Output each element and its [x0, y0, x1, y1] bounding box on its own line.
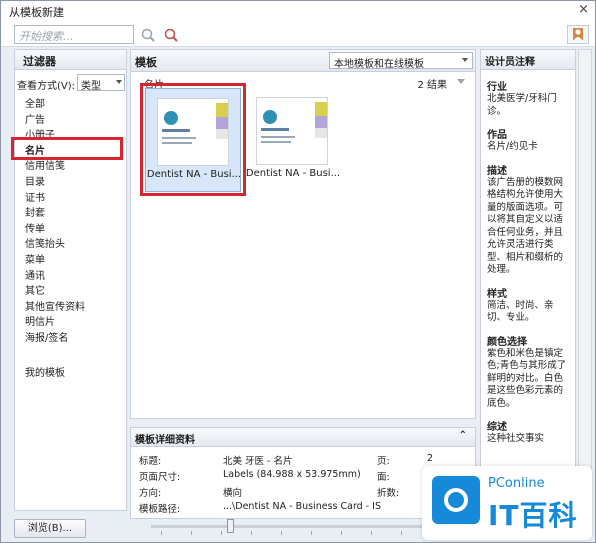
view-mode-value: 类型 [81, 81, 101, 92]
filter-header: 过滤器 [15, 50, 126, 70]
slider-tick [341, 531, 342, 535]
business-card-preview [256, 97, 328, 165]
color-text: 紫色和米色是镇定色;青色与其形成了鲜明的对比。白色是这些色彩元素的底色。 [487, 347, 567, 409]
template-header: 模板 本地模板和在线模板 [131, 50, 475, 72]
notes-content: 行业 北美医学/牙科门诊。 作品 名片/约见卡 描述 该广告册的模数网格结构允许… [481, 78, 575, 446]
summary-text: 这种社交事实 [487, 433, 545, 444]
work-heading: 作品 [487, 130, 507, 141]
category-item[interactable]: 其它 [25, 284, 85, 300]
slider-tick [251, 531, 252, 535]
pconline-watermark: PConline IT百科 [422, 466, 592, 540]
summary-heading: 综述 [487, 422, 507, 433]
detail-label: 模板路径: [139, 504, 181, 515]
category-item[interactable]: 通讯 [25, 269, 85, 285]
detail-label: 面: [377, 472, 390, 483]
designer-notes-panel: 设计员注释 行业 北美医学/牙科门诊。 作品 名片/约见卡 描述 该广告册的模数… [480, 49, 576, 469]
category-item[interactable]: 证书 [25, 191, 85, 207]
template-caption: Dentist NA - Busi... [245, 168, 341, 179]
industry-heading: 行业 [487, 82, 507, 93]
highlight-box-template [140, 83, 246, 196]
search-bar: 开始搜索... [1, 21, 595, 47]
category-item[interactable]: 明信片 [25, 315, 85, 331]
detail-value: 2 [427, 453, 434, 464]
slider-tick [401, 531, 402, 535]
template-header-label: 模板 [135, 56, 157, 69]
category-list: 全部 广告 小册子 名片 信用信笺 目录 证书 封套 传单 信笺抬头 菜单 通讯… [25, 97, 85, 347]
view-mode-row: 查看方式(V): 类型 [15, 74, 126, 92]
category-item[interactable]: 海报/签名 [25, 331, 85, 347]
search-input[interactable]: 开始搜索... [14, 25, 134, 44]
new-from-template-dialog: 从模板新建 × 开始搜索... 过滤器 查看方式(V): 类型 全部 广告 小册… [0, 0, 596, 543]
category-item[interactable]: 其他宣传资料 [25, 300, 85, 316]
description-text: 该广告册的模数网格结构允许使用大量的版面选项。可以将其自定义以适合任何业务，并且… [487, 176, 564, 276]
detail-value: ...\Dentist NA - Business Card - IS [223, 501, 382, 512]
close-icon[interactable]: × [578, 2, 589, 17]
vertical-scrollbar[interactable] [578, 49, 592, 519]
watermark-main-text: IT百科 [488, 499, 578, 532]
result-count: 2 结果 [417, 80, 447, 91]
window-title: 从模板新建 [9, 6, 64, 19]
slider-tick [281, 531, 282, 535]
slider-tick [161, 531, 162, 535]
category-item[interactable]: 信笺抬头 [25, 237, 85, 253]
industry-text: 北美医学/牙科门诊。 [487, 93, 557, 117]
detail-label: 折数: [377, 488, 400, 499]
pconline-logo-icon [432, 476, 480, 524]
user-account-button[interactable] [567, 25, 589, 44]
browse-button[interactable]: 浏览(B)... [14, 519, 86, 538]
work-text: 名片/约见卡 [487, 141, 538, 152]
template-source-value: 本地模板和在线模板 [334, 59, 424, 70]
search-options-icon[interactable] [163, 27, 179, 43]
chevron-down-icon [462, 58, 468, 62]
search-go-icon[interactable] [140, 27, 156, 43]
filter-panel: 过滤器 查看方式(V): 类型 全部 广告 小册子 名片 信用信笺 目录 证书 … [14, 49, 127, 511]
detail-value: 北美 牙医 - 名片 [223, 456, 293, 467]
details-header: 模板详细资料 ⌃ [131, 428, 475, 447]
category-item[interactable]: 封套 [25, 206, 85, 222]
details-title: 模板详细资料 [135, 435, 195, 446]
slider-tick [221, 531, 222, 535]
view-mode-select[interactable]: 类型 [77, 74, 125, 92]
slider-tick [191, 531, 192, 535]
title-bar: 从模板新建 × [1, 1, 595, 21]
chevron-down-icon [116, 80, 122, 84]
notes-header: 设计员注释 [481, 50, 575, 70]
detail-label: 方向: [139, 488, 162, 499]
slider-tick [371, 531, 372, 535]
user-icon [573, 28, 583, 40]
zoom-slider-handle[interactable] [227, 519, 234, 533]
category-item[interactable]: 广告 [25, 113, 85, 129]
template-source-select[interactable]: 本地模板和在线模板 [329, 52, 473, 70]
style-heading: 样式 [487, 288, 507, 300]
detail-label: 标题: [139, 456, 162, 467]
style-text: 简洁、时尚、亲切、专业。 [487, 299, 554, 324]
category-item[interactable]: 信用信笺 [25, 159, 85, 175]
description-heading: 描述 [487, 165, 507, 177]
category-item[interactable]: 目录 [25, 175, 85, 191]
chevron-down-icon [457, 79, 465, 84]
template-thumbnail[interactable]: Dentist NA - Busi... [245, 88, 341, 192]
color-heading: 颜色选择 [487, 336, 527, 348]
detail-value: 横向 [223, 488, 243, 499]
slider-tick [311, 531, 312, 535]
watermark-top-text: PConline [488, 476, 545, 491]
my-templates-link[interactable]: 我的模板 [25, 364, 65, 379]
detail-label: 页: [377, 456, 390, 467]
detail-label: 页面尺寸: [139, 472, 181, 483]
highlight-box-category [11, 137, 123, 160]
view-mode-label: 查看方式(V): [17, 81, 76, 92]
category-item[interactable]: 菜单 [25, 253, 85, 269]
collapse-icon[interactable]: ⌃ [459, 430, 467, 441]
category-item[interactable]: 全部 [25, 97, 85, 113]
detail-value: Labels (84.988 x 53.975mm) [223, 469, 361, 480]
logo-icon [263, 110, 277, 124]
category-item[interactable]: 传单 [25, 222, 85, 238]
